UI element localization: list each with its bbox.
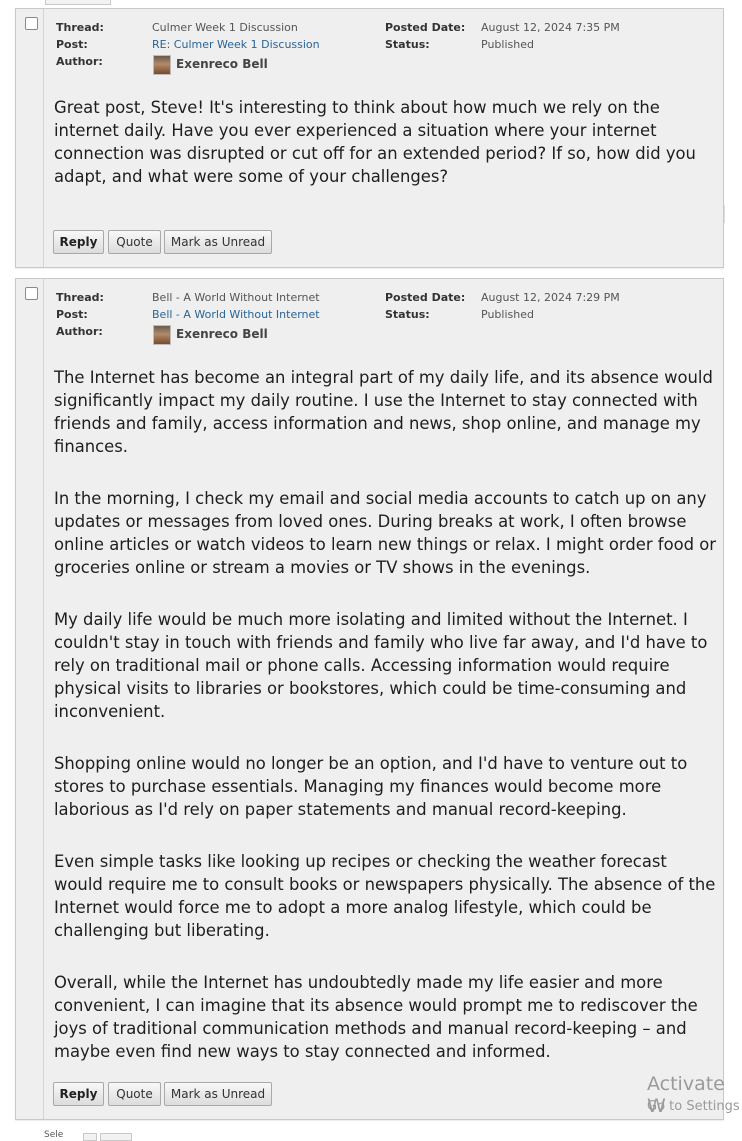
mark-unread-button[interactable]: Mark as Unread bbox=[164, 230, 272, 254]
status-label: Status: bbox=[385, 38, 430, 51]
post-paragraph: The Internet has become an integral part… bbox=[54, 368, 713, 456]
posted-date-label: Posted Date: bbox=[385, 291, 466, 304]
scroll-edge bbox=[724, 205, 729, 223]
thread-value: Bell - A World Without Internet bbox=[152, 291, 320, 304]
posted-date-value: August 12, 2024 7:29 PM bbox=[481, 291, 620, 304]
activation-watermark-subtitle: Go to Settings bbox=[647, 1099, 740, 1114]
post-card: Thread: Bell - A World Without Internet … bbox=[15, 278, 724, 1120]
mark-unread-button[interactable]: Mark as Unread bbox=[164, 1082, 272, 1106]
top-tab-fragment bbox=[45, 0, 111, 5]
author-name: Exenreco Bell bbox=[176, 327, 268, 341]
post-paragraph: My daily life would be much more isolati… bbox=[54, 610, 708, 721]
reply-button[interactable]: Reply bbox=[53, 1082, 104, 1106]
post-gutter-divider bbox=[43, 279, 44, 1119]
author-name: Exenreco Bell bbox=[176, 57, 268, 71]
post-select-checkbox[interactable] bbox=[25, 17, 38, 30]
quote-button[interactable]: Quote bbox=[108, 1082, 161, 1106]
status-value: Published bbox=[481, 308, 534, 321]
post-paragraph: In the morning, I check my email and soc… bbox=[54, 489, 717, 577]
author-label: Author: bbox=[56, 55, 103, 68]
thread-label: Thread: bbox=[56, 291, 104, 304]
post-paragraph: Great post, Steve! It's interesting to t… bbox=[54, 98, 696, 186]
post-link[interactable]: RE: Culmer Week 1 Discussion bbox=[152, 38, 320, 51]
posted-date-value: August 12, 2024 7:35 PM bbox=[481, 21, 620, 34]
quote-button[interactable]: Quote bbox=[108, 230, 161, 254]
author-label: Author: bbox=[56, 325, 103, 338]
author-avatar bbox=[153, 325, 171, 345]
post-body: The Internet has become an integral part… bbox=[54, 366, 719, 1092]
bottom-control-fragment[interactable] bbox=[100, 1133, 132, 1141]
thread-label: Thread: bbox=[56, 21, 104, 34]
reply-button[interactable]: Reply bbox=[53, 230, 104, 254]
posted-date-label: Posted Date: bbox=[385, 21, 466, 34]
post-paragraph: Overall, while the Internet has undoubte… bbox=[54, 973, 698, 1061]
post-gutter-divider bbox=[43, 9, 44, 267]
status-value: Published bbox=[481, 38, 534, 51]
author-avatar bbox=[153, 55, 171, 75]
post-paragraph: Shopping online would no longer be an op… bbox=[54, 754, 688, 819]
post-link[interactable]: Bell - A World Without Internet bbox=[152, 308, 320, 321]
bottom-control-fragment[interactable] bbox=[83, 1133, 97, 1141]
status-label: Status: bbox=[385, 308, 430, 321]
post-paragraph: Even simple tasks like looking up recipe… bbox=[54, 852, 716, 940]
post-card: Thread: Culmer Week 1 Discussion Post: R… bbox=[15, 8, 724, 268]
post-label: Post: bbox=[56, 38, 88, 51]
post-body: Great post, Steve! It's interesting to t… bbox=[54, 96, 719, 217]
select-label: Sele bbox=[44, 1130, 64, 1140]
post-label: Post: bbox=[56, 308, 88, 321]
thread-value: Culmer Week 1 Discussion bbox=[152, 21, 298, 34]
post-select-checkbox[interactable] bbox=[25, 287, 38, 300]
